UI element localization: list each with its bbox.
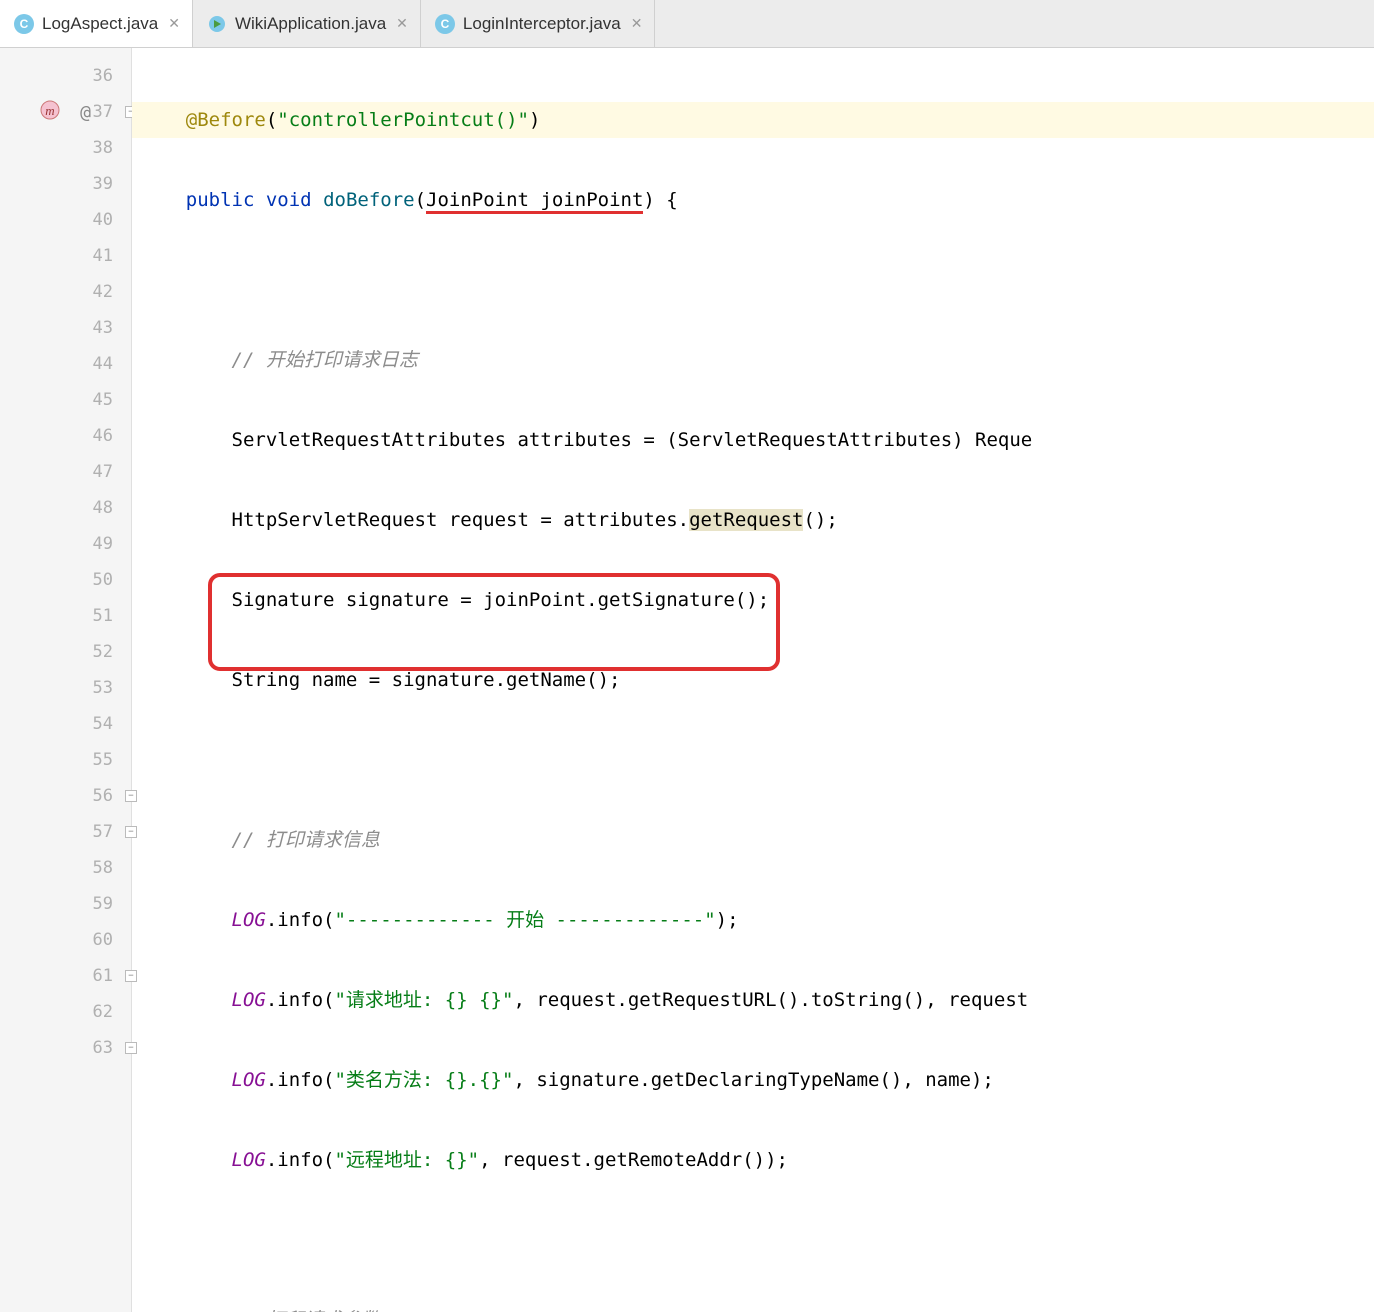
code-editor[interactable]: @Before("controllerPointcut()") public v… [132,48,1374,1312]
svg-text:m: m [45,103,54,118]
line-number: 45 [93,390,113,410]
line-number: 53 [93,678,113,698]
code-line [132,1222,1374,1258]
close-icon[interactable]: ✕ [394,13,410,34]
line-number: 58 [93,858,113,878]
close-icon[interactable]: ✕ [629,13,645,34]
line-number: 40 [93,210,113,230]
line-number: 37 [93,102,113,122]
code-line: String name = signature.getName(); [132,662,1374,698]
line-number: 56 [93,786,113,806]
line-number: 41 [93,246,113,266]
line-number: 39 [93,174,113,194]
code-line: LOG.info("请求地址: {} {}", request.getReque… [132,982,1374,1018]
line-number: 43 [93,318,113,338]
code-line: // 打印请求信息 [132,822,1374,858]
code-line: LOG.info("远程地址: {}", request.getRemoteAd… [132,1142,1374,1178]
method-marker-icon[interactable]: m [40,100,60,125]
tab-label: WikiApplication.java [235,14,386,34]
line-number: 49 [93,534,113,554]
line-number: 46 [93,426,113,446]
code-line: HttpServletRequest request = attributes.… [132,502,1374,538]
tab-wikiapplication[interactable]: WikiApplication.java ✕ [193,0,421,47]
line-number: 63 [93,1038,113,1058]
code-line: // 打印请求参数 [132,1302,1374,1312]
editor-area: 36 m @ 37 − 38 39 40 41 42 43 44 45 46 4… [0,48,1374,1312]
override-icon[interactable]: @ [80,102,91,123]
code-line: // 开始打印请求日志 [132,342,1374,378]
line-number: 50 [93,570,113,590]
code-line: Signature signature = joinPoint.getSigna… [132,582,1374,618]
tab-label: LoginInterceptor.java [463,14,621,34]
java-class-icon: C [14,14,34,34]
line-number: 57 [93,822,113,842]
code-line: public void doBefore(JoinPoint joinPoint… [132,182,1374,218]
code-line: ServletRequestAttributes attributes = (S… [132,422,1374,458]
editor-tabs: C LogAspect.java ✕ WikiApplication.java … [0,0,1374,48]
tab-logininterceptor[interactable]: C LoginInterceptor.java ✕ [421,0,656,47]
line-number: 52 [93,642,113,662]
run-config-icon [207,14,227,34]
line-number: 48 [93,498,113,518]
code-line: @Before("controllerPointcut()") [132,102,1374,138]
line-number: 62 [93,1002,113,1022]
line-number: 61 [93,966,113,986]
tab-logaspect[interactable]: C LogAspect.java ✕ [0,0,193,47]
line-number: 60 [93,930,113,950]
line-number: 38 [93,138,113,158]
line-number: 51 [93,606,113,626]
tab-label: LogAspect.java [42,14,158,34]
code-line: LOG.info("类名方法: {}.{}", signature.getDec… [132,1062,1374,1098]
java-class-icon: C [435,14,455,34]
line-number: 55 [93,750,113,770]
close-icon[interactable]: ✕ [166,13,182,34]
line-number: 42 [93,282,113,302]
code-line [132,742,1374,778]
line-number: 54 [93,714,113,734]
code-line: LOG.info("------------- 开始 -------------… [132,902,1374,938]
gutter[interactable]: 36 m @ 37 − 38 39 40 41 42 43 44 45 46 4… [0,48,132,1312]
line-number: 47 [93,462,113,482]
line-number: 36 [93,66,113,86]
code-line [132,262,1374,298]
line-number: 59 [93,894,113,914]
line-number: 44 [93,354,113,374]
